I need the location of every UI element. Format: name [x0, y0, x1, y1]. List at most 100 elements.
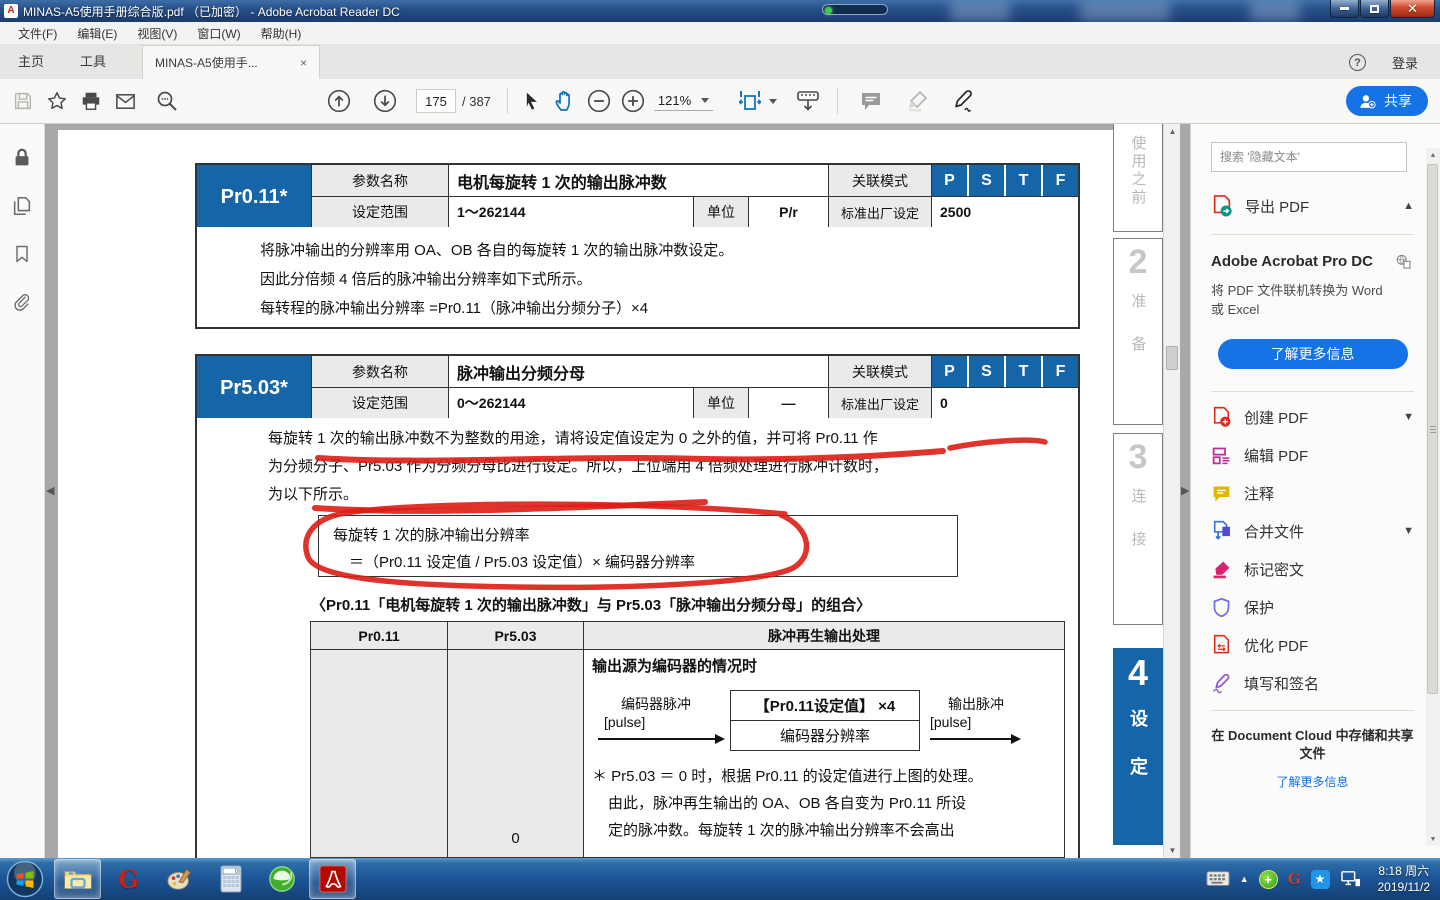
chapter-label: 连接	[1128, 488, 1149, 574]
window-title: MINAS-A5使用手册综合版.pdf （已加密） - Adobe Acroba…	[23, 3, 400, 20]
chevron-down-icon[interactable]: ▼	[1403, 411, 1414, 423]
page-thumbnails-icon[interactable]	[11, 194, 33, 218]
zoom-out-button[interactable]	[582, 85, 616, 117]
chapter-tab-3[interactable]: 3 连接	[1113, 433, 1163, 625]
search-tools-input[interactable]	[1211, 142, 1407, 172]
help-icon[interactable]: ?	[1349, 54, 1366, 71]
tool-optimize-pdf[interactable]: 优化 PDF	[1211, 626, 1414, 664]
page-down-icon	[372, 88, 398, 114]
hand-tool-button[interactable]	[548, 85, 582, 117]
select-cursor-icon	[521, 91, 541, 111]
highlight-tool-button[interactable]	[900, 85, 934, 117]
fit-options-chevron-icon[interactable]	[769, 99, 777, 104]
messenger-tray-icon[interactable]: ★	[1311, 870, 1330, 889]
tool-fill-sign[interactable]: 填写和签名	[1211, 664, 1414, 702]
save-button[interactable]	[6, 85, 40, 117]
tool-combine-files[interactable]: 合并文件 ▼	[1211, 512, 1414, 550]
pdf-viewer[interactable]: Pr0.11* 参数名称 电机每旋转 1 次的输出脉冲数 关联模式 P S T …	[45, 124, 1190, 858]
network-icon[interactable]	[1340, 870, 1362, 888]
reading-mode-button[interactable]	[791, 85, 825, 117]
taskbar-paint[interactable]	[156, 859, 203, 899]
save-icon	[12, 90, 34, 112]
favorite-button[interactable]	[40, 85, 74, 117]
tool-create-pdf[interactable]: 创建 PDF ▼	[1211, 398, 1414, 436]
minimize-button[interactable]	[1330, 0, 1359, 18]
tab-home[interactable]: 主页	[0, 43, 62, 79]
scroll-down-icon[interactable]: ▼	[1164, 843, 1181, 858]
start-button[interactable]	[6, 860, 44, 898]
restore-button[interactable]	[1360, 0, 1389, 18]
learn-more-button[interactable]: 了解更多信息	[1218, 339, 1408, 369]
footer-learn-more-link[interactable]: 了解更多信息	[1276, 773, 1348, 790]
taskbar-acrobat-active[interactable]	[309, 859, 356, 899]
scrollbar-thumb[interactable]	[1166, 346, 1178, 370]
print-button[interactable]	[74, 85, 108, 117]
page-number-input[interactable]	[416, 89, 456, 113]
scroll-up-icon[interactable]: ▲	[1164, 124, 1181, 139]
chapter-tab-4-active[interactable]: 4 设定	[1113, 648, 1163, 845]
menu-view[interactable]: 视图(V)	[127, 22, 187, 45]
share-button[interactable]: 共享	[1346, 86, 1428, 116]
antivirus-tray-icon[interactable]: +	[1259, 870, 1278, 889]
zoom-level-value: 121%	[658, 93, 691, 108]
tab-document[interactable]: MINAS-A5使用手... ×	[142, 45, 320, 79]
menu-file[interactable]: 文件(F)	[8, 22, 67, 45]
g-tray-icon[interactable]: G	[1288, 870, 1301, 888]
document-scrollbar[interactable]: ▲ ▼	[1163, 124, 1180, 858]
taskbar-explorer[interactable]	[54, 859, 101, 899]
find-button[interactable]	[150, 85, 184, 117]
bookmark-icon[interactable]	[12, 242, 32, 266]
input-method-icon[interactable]	[1206, 870, 1230, 888]
sign-in-button[interactable]: 登录	[1392, 53, 1418, 72]
expand-right-panel-icon[interactable]: ▶	[1181, 484, 1189, 497]
tool-protect[interactable]: 保护	[1211, 588, 1414, 626]
taskbar-app-g[interactable]: G	[105, 859, 152, 899]
mode-p: P	[932, 165, 967, 196]
fill-sign-tool-button[interactable]	[946, 85, 980, 117]
email-button[interactable]	[108, 85, 142, 117]
chevron-down-icon[interactable]: ▼	[1403, 525, 1414, 537]
show-hidden-icons-icon[interactable]: ▲	[1240, 874, 1249, 884]
zoom-level-select[interactable]: 121%	[654, 91, 713, 111]
menu-help[interactable]: 帮助(H)	[251, 22, 312, 45]
chapter-tab-before-use[interactable]: 使用之前	[1113, 124, 1163, 232]
tab-close-icon[interactable]: ×	[300, 56, 307, 70]
zoom-in-button[interactable]	[616, 85, 650, 117]
acrobat-reader-window: A MINAS-A5使用手册综合版.pdf （已加密） - Adobe Acro…	[0, 0, 1440, 900]
note-text: ＊ Pr5.03 ＝ 0 时，根据 Pr0.11 的设定值进行上图的处理。 由此…	[592, 763, 1054, 844]
scroll-up-icon[interactable]: ▲	[1426, 148, 1440, 162]
scroll-down-icon[interactable]: ▼	[1426, 832, 1440, 846]
tool-label: 创建 PDF	[1244, 407, 1308, 428]
create-pdf-icon	[1211, 406, 1232, 428]
star-icon	[46, 90, 68, 112]
lock-icon[interactable]	[11, 146, 33, 170]
reading-mode-icon	[795, 88, 821, 114]
note-line: 由此，脉冲再生输出的 OA、OB 各自变为 Pr0.11 所设	[592, 790, 1054, 817]
previous-page-button[interactable]	[322, 85, 356, 117]
fit-width-button[interactable]	[733, 85, 767, 117]
taskbar-clock[interactable]: 8:18 周六 2019/11/2	[1378, 863, 1431, 895]
next-page-button[interactable]	[368, 85, 402, 117]
tool-comment[interactable]: 注释	[1211, 474, 1414, 512]
attachment-icon[interactable]	[11, 290, 33, 314]
menu-window[interactable]: 窗口(W)	[187, 22, 250, 45]
main-toolbar: / 387 121%	[0, 79, 1440, 124]
select-tool-button[interactable]	[514, 85, 548, 117]
panel-scrollbar-thumb[interactable]	[1427, 164, 1438, 694]
export-pdf-item[interactable]: 导出 PDF ▲	[1211, 194, 1414, 235]
chevron-up-icon[interactable]: ▲	[1403, 200, 1414, 212]
menu-edit[interactable]: 编辑(E)	[67, 22, 127, 45]
tool-edit-pdf[interactable]: 编辑 PDF	[1211, 436, 1414, 474]
chapter-tab-2[interactable]: 2 准备	[1113, 238, 1163, 425]
comment-tool-button[interactable]	[854, 85, 888, 117]
taskbar-browser[interactable]	[258, 859, 305, 899]
clock-date: 2019/11/2	[1378, 879, 1431, 895]
related-mode-label: 关联模式	[829, 165, 932, 196]
panel-scrollbar[interactable]: ▲ ▼	[1426, 148, 1440, 846]
collapse-left-panel-icon[interactable]: ◀	[46, 484, 54, 497]
unit-label: 单位	[694, 388, 749, 418]
close-button[interactable]: ✕	[1390, 0, 1435, 18]
tool-redact[interactable]: 标记密文	[1211, 550, 1414, 588]
taskbar-calculator[interactable]: 0	[207, 859, 254, 899]
tab-tools[interactable]: 工具	[62, 43, 124, 79]
